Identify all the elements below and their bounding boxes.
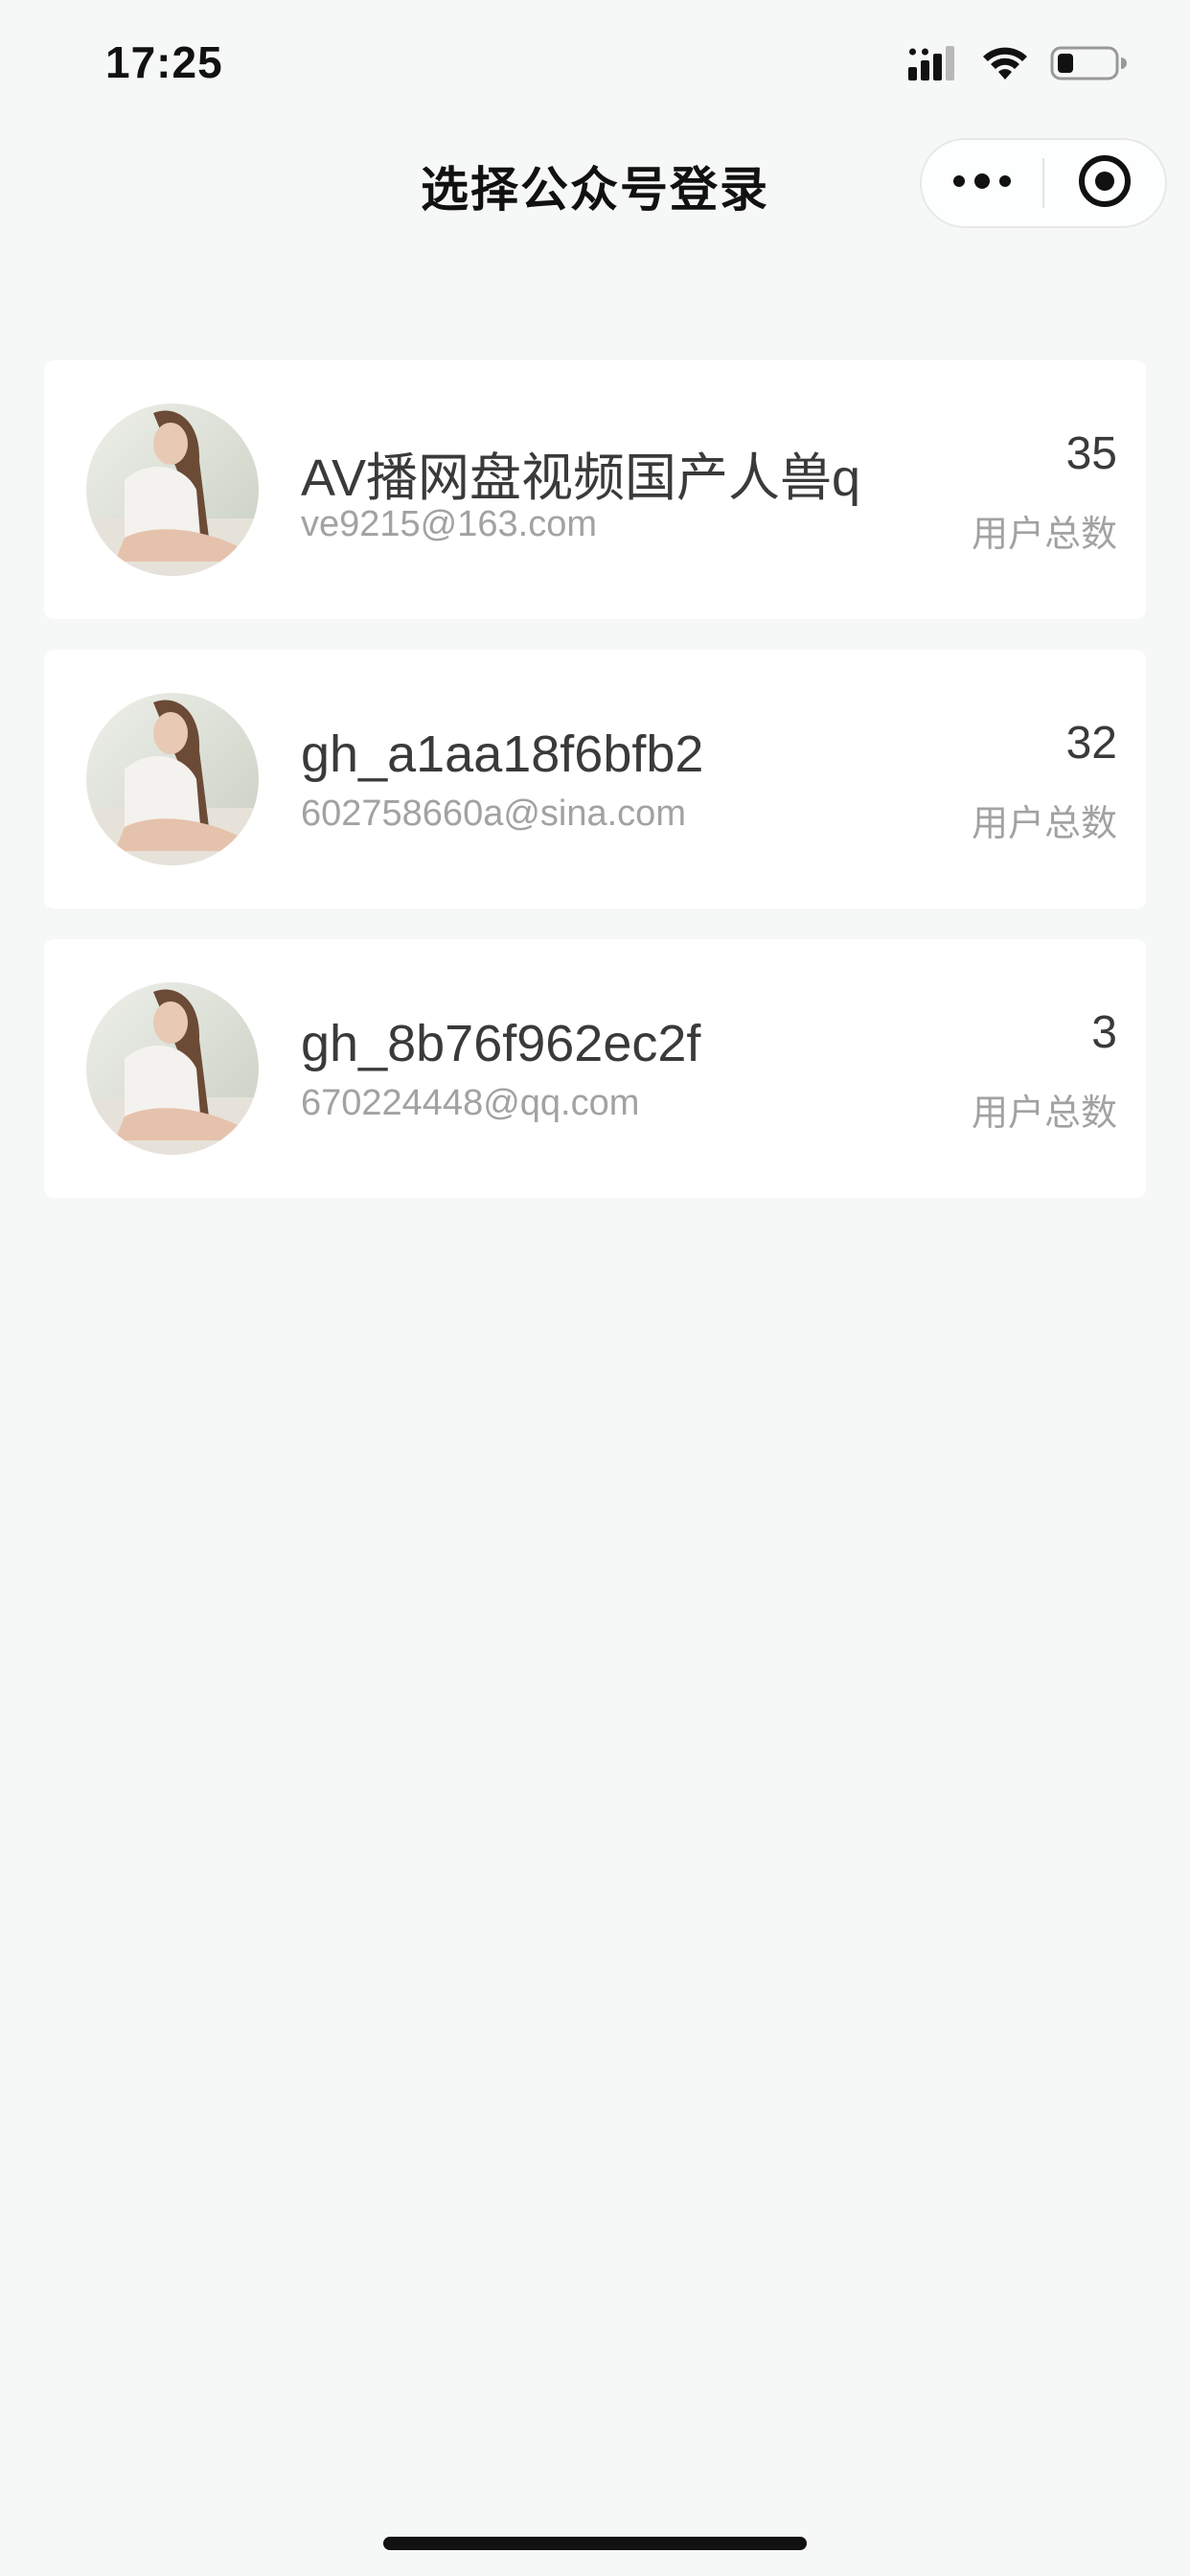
avatar — [86, 403, 259, 576]
avatar — [86, 982, 259, 1155]
cellular-signal-icon — [908, 45, 960, 85]
account-card[interactable]: gh_a1aa18f6bfb2 602758660a@sina.com 32 用… — [44, 650, 1146, 908]
target-close-icon — [1078, 154, 1132, 213]
battery-low-icon — [1050, 44, 1127, 87]
close-miniprogram-button[interactable] — [1044, 140, 1165, 226]
user-count-label: 用户总数 — [971, 1093, 1117, 1134]
wifi-icon — [981, 45, 1029, 86]
account-email: 602758660a@sina.com — [301, 794, 686, 834]
status-bar: 17:25 — [0, 0, 1190, 134]
account-name: gh_a1aa18f6bfb2 — [301, 725, 704, 783]
account-list: AV播网盘视频国产人兽q ve9215@163.com 35 用户总数 gh_a… — [44, 360, 1146, 1229]
more-button[interactable] — [922, 140, 1042, 226]
account-card[interactable]: AV播网盘视频国产人兽q ve9215@163.com 35 用户总数 — [44, 360, 1146, 619]
more-dots-icon — [951, 172, 1013, 196]
user-count: 35 — [1065, 428, 1117, 479]
account-name: gh_8b76f962ec2f — [301, 1015, 701, 1072]
account-email: 670224448@qq.com — [301, 1083, 640, 1123]
user-count-label: 用户总数 — [971, 804, 1117, 844]
user-count: 3 — [1091, 1007, 1117, 1058]
account-card[interactable]: gh_8b76f962ec2f 670224448@qq.com 3 用户总数 — [44, 939, 1146, 1198]
user-count-label: 用户总数 — [971, 515, 1117, 555]
account-name: AV播网盘视频国产人兽q — [301, 449, 861, 507]
user-count: 32 — [1065, 718, 1117, 769]
capsule-menu — [920, 138, 1167, 228]
status-icons — [908, 44, 1127, 86]
account-email: ve9215@163.com — [301, 504, 597, 544]
status-time: 17:25 — [105, 37, 223, 87]
home-indicator[interactable] — [383, 2537, 807, 2550]
avatar — [86, 693, 259, 865]
